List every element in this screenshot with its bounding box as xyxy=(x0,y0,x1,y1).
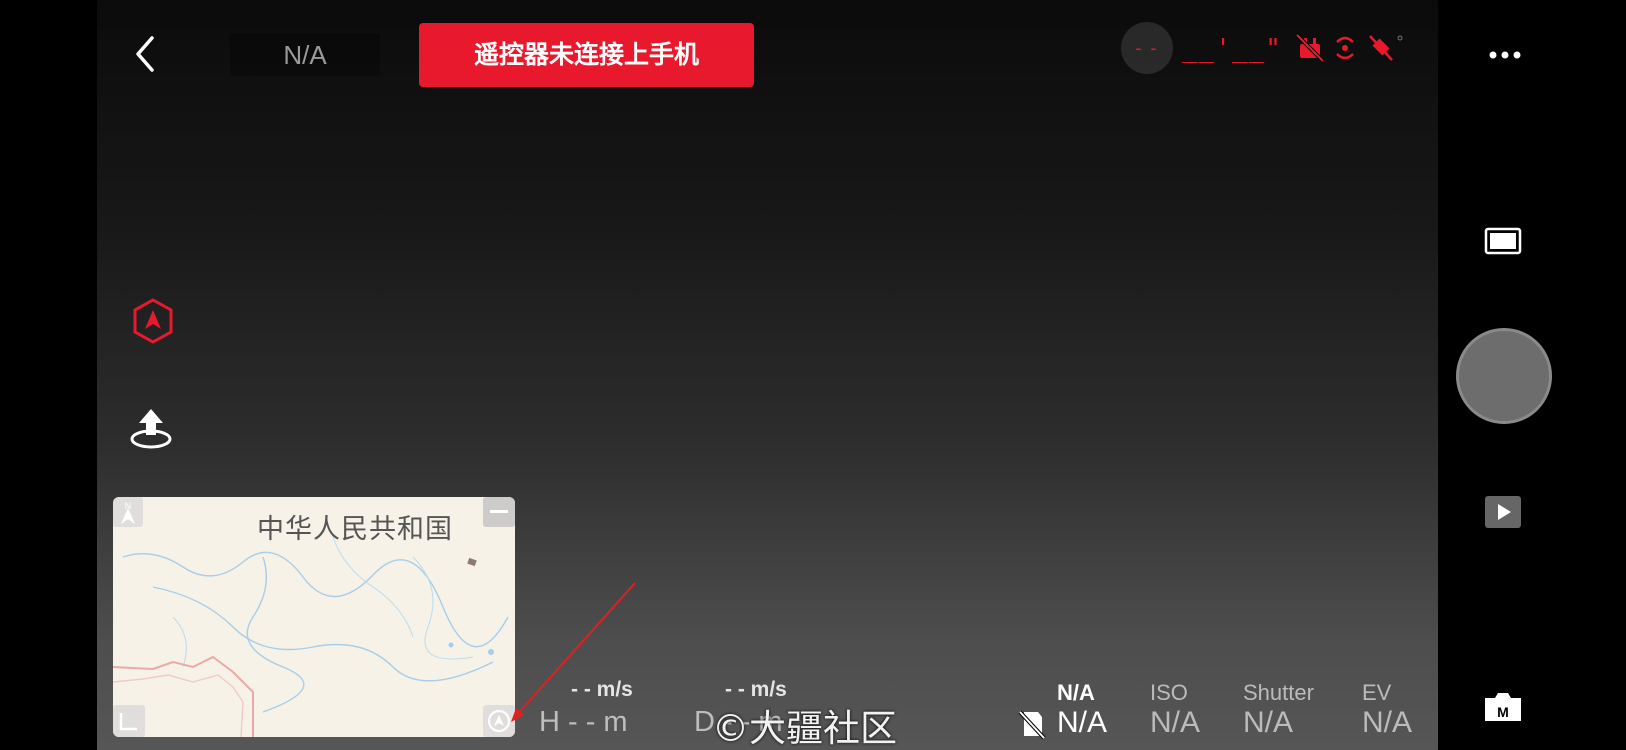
photo-mode-button[interactable] xyxy=(1484,227,1522,260)
map-country-label: 中华人民共和国 xyxy=(257,514,453,545)
iso-label: ISO xyxy=(1150,680,1188,705)
shutter-label: Shutter xyxy=(1243,680,1314,705)
map-north-button[interactable]: N xyxy=(113,497,143,527)
chevron-left-icon xyxy=(136,36,154,72)
horizontal-speed: - - m/s xyxy=(571,678,633,701)
takeoff-button[interactable] xyxy=(126,405,176,455)
vision-signal-icon[interactable] xyxy=(1331,32,1359,64)
flight-mode-label[interactable]: N/A xyxy=(230,34,380,76)
more-dots-icon xyxy=(1489,51,1521,59)
connection-alert-banner: 遥控器未连接上手机 xyxy=(419,23,754,87)
minus-icon xyxy=(490,510,508,513)
camera-settings-button[interactable]: M xyxy=(1482,690,1524,729)
back-button[interactable] xyxy=(128,32,164,76)
intelligent-flight-button[interactable] xyxy=(128,296,178,346)
mini-map[interactable]: 中华人民共和国 N xyxy=(113,497,515,737)
takeoff-icon xyxy=(130,409,172,449)
sd-card-missing-icon[interactable] xyxy=(1016,708,1048,740)
flight-time-remaining: __'__" xyxy=(1182,34,1282,64)
intelligent-flight-icon xyxy=(133,298,173,344)
camera-m-icon: M xyxy=(1485,693,1521,721)
watermark-text: ©大疆社区 xyxy=(712,707,897,750)
more-menu-button[interactable] xyxy=(1488,40,1522,70)
gps-satellite-off-icon[interactable] xyxy=(1366,32,1406,64)
signal-status-indicator[interactable]: - - xyxy=(1121,22,1173,74)
rc-disconnected-icon[interactable] xyxy=(1294,32,1326,64)
map-expand-button[interactable] xyxy=(113,705,145,737)
iso-value[interactable]: N/A xyxy=(1150,706,1200,740)
playback-button[interactable] xyxy=(1484,495,1522,534)
photo-frame-icon xyxy=(1484,227,1522,255)
ev-value[interactable]: N/A xyxy=(1362,706,1412,740)
ev-label: EV xyxy=(1362,680,1392,705)
map-zoom-out-button[interactable] xyxy=(483,497,515,527)
storage-label: N/A xyxy=(1057,680,1095,705)
play-icon xyxy=(1485,496,1521,528)
shutter-button[interactable] xyxy=(1456,328,1552,424)
storage-value[interactable]: N/A xyxy=(1057,706,1107,740)
expand-corner-icon xyxy=(119,713,137,731)
svg-text:M: M xyxy=(1497,704,1509,720)
height-readout: H - - m xyxy=(539,706,628,738)
shutter-value[interactable]: N/A xyxy=(1243,706,1293,740)
north-arrow-icon: N xyxy=(121,501,135,524)
